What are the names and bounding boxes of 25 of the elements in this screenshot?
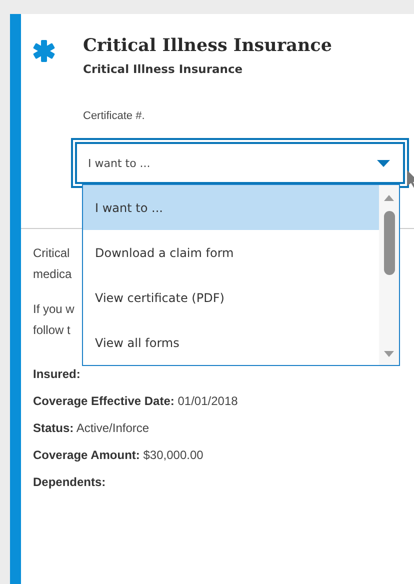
detail-label: Status:	[33, 421, 74, 435]
dropdown-option[interactable]: View certificate (PDF)	[83, 275, 379, 320]
detail-label: Insured:	[33, 367, 80, 381]
medical-star-icon	[33, 40, 55, 62]
dropdown-option[interactable]: View all forms	[83, 320, 379, 365]
dropdown-option[interactable]: Download a claim form	[83, 230, 379, 275]
card-title: Critical Illness Insurance	[83, 36, 333, 56]
dropdown-option[interactable]: I want to ...	[83, 185, 379, 230]
scrollbar[interactable]	[379, 185, 399, 365]
detail-label: Dependents:	[33, 475, 106, 489]
description-text: If you w	[33, 301, 74, 318]
scrollbar-thumb[interactable]	[384, 211, 394, 275]
detail-value: 01/01/2018	[178, 394, 238, 408]
scroll-down-icon[interactable]	[384, 351, 394, 357]
detail-value: Active/Inforce	[76, 421, 150, 435]
scroll-up-icon[interactable]	[384, 195, 394, 201]
caret-icon	[377, 160, 390, 166]
detail-value: $30,000.00	[143, 448, 204, 462]
description-text: follow t	[33, 322, 70, 339]
card-subtitle: Critical Illness Insurance	[83, 62, 244, 76]
description-text: Critical	[33, 245, 70, 262]
detail-label: Coverage Amount:	[33, 448, 140, 462]
field-label: Certificate #.	[83, 110, 146, 122]
detail-label: Coverage Effective Date:	[33, 394, 174, 408]
description-text: medica	[33, 266, 72, 283]
